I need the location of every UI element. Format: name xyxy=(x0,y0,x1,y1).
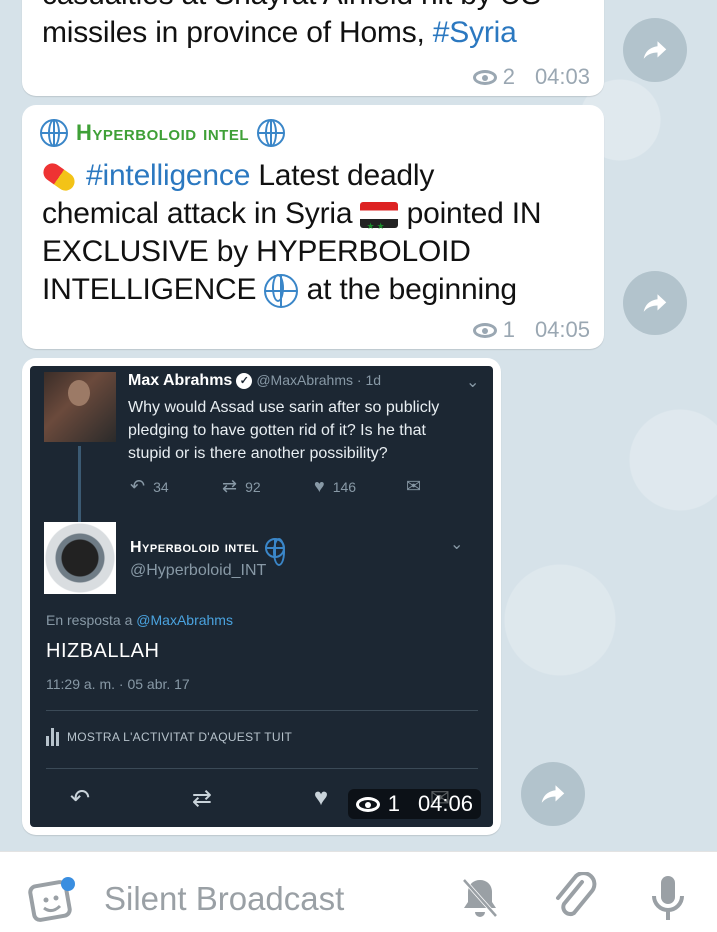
tweet-author-name: Max Abrahms ✓ @MaxAbrahms · 1d xyxy=(128,372,382,389)
share-button[interactable] xyxy=(521,762,585,826)
tweet-text: HIZBALLAH xyxy=(46,640,160,662)
retweet-icon: ⇄ xyxy=(222,476,238,496)
sticker-icon[interactable] xyxy=(28,876,76,922)
tweet-author-name: Hyperboloid intel xyxy=(130,538,286,566)
thread-line xyxy=(78,446,81,526)
tweet-screenshot-image[interactable]: Max Abrahms ✓ @MaxAbrahms · 1d ⌄ Why would… xyxy=(30,366,493,827)
tweet-author-handle: @Hyperboloid_INT xyxy=(130,562,267,579)
reply-to-line: En resposta a @MaxAbrahms xyxy=(46,612,233,628)
views-icon xyxy=(355,796,380,812)
reply-icon: ↶ xyxy=(70,785,91,812)
photo-message-bubble[interactable]: Max Abrahms ✓ @MaxAbrahms · 1d ⌄ Why would… xyxy=(22,358,501,835)
share-button[interactable] xyxy=(623,18,687,82)
message-time: 04:06 xyxy=(417,791,473,816)
bar-chart-icon xyxy=(46,728,59,746)
message-text: casualties at Shayrat Airfield hit by US… xyxy=(42,0,541,49)
tweet-actions: ↶ 34 ⇄ 92 ♥ 146 ✉ xyxy=(130,476,493,497)
message-bubble[interactable]: Hyperboloid intel #intelligence Latest d… xyxy=(22,105,604,349)
heart-icon: ♥ xyxy=(313,784,329,811)
view-count: 2 xyxy=(502,64,515,89)
avatar xyxy=(44,372,116,442)
view-count: 1 xyxy=(387,791,400,816)
channel-name: Hyperboloid intel xyxy=(76,120,250,145)
message-text: #intelligence Latest deadly chemical att… xyxy=(22,157,561,309)
reply-icon: ↶ xyxy=(130,476,146,496)
hashtag-link[interactable]: #intelligence xyxy=(86,159,250,192)
tweet-author-handle: @MaxAbrahms · 1d xyxy=(256,372,382,388)
tweet-activity-link: MOSTRA L'ACTIVITAT D'AQUEST TUIT xyxy=(46,728,292,746)
retweet-icon: ⇄ xyxy=(191,785,213,812)
message-time: 04:05 xyxy=(534,317,590,342)
retweet-count: 92 xyxy=(245,478,261,495)
message-input[interactable]: Silent Broadcast xyxy=(104,880,344,918)
globe-icon xyxy=(40,119,68,147)
chevron-down-icon: ⌄ xyxy=(450,536,464,553)
views-icon xyxy=(472,322,497,338)
chevron-down-icon: ⌄ xyxy=(466,374,480,391)
share-arrow-icon xyxy=(643,294,667,312)
tweet-text: Why would Assad use sarin after so publi… xyxy=(128,399,440,462)
message-meta: 2 04:03 xyxy=(472,64,590,90)
message-time: 04:03 xyxy=(534,64,590,89)
paperclip-icon[interactable] xyxy=(552,872,598,922)
avatar xyxy=(44,522,116,594)
pill-emoji-icon xyxy=(39,159,79,195)
globe-icon xyxy=(264,274,299,309)
divider xyxy=(46,710,478,711)
globe-icon xyxy=(257,119,286,147)
message-meta: 1 04:06 xyxy=(347,789,481,819)
microphone-icon[interactable] xyxy=(650,874,686,924)
like-count: 146 xyxy=(332,478,357,495)
syria-flag-icon xyxy=(360,202,399,245)
bell-muted-icon[interactable] xyxy=(458,876,502,920)
globe-icon xyxy=(265,538,286,566)
channel-signature[interactable]: Hyperboloid intel xyxy=(40,119,286,147)
divider xyxy=(46,768,478,769)
heart-icon: ♥ xyxy=(314,476,325,496)
hashtag-link[interactable]: #Syria xyxy=(433,16,517,49)
tweet-timestamp: 11:29 a. m. · 05 abr. 17 xyxy=(46,676,190,692)
message-meta: 1 04:05 xyxy=(472,317,590,343)
share-arrow-icon xyxy=(541,785,565,803)
reply-count: 34 xyxy=(153,478,169,495)
share-arrow-icon xyxy=(643,41,667,59)
views-icon xyxy=(472,69,497,85)
view-count: 1 xyxy=(502,317,515,342)
envelope-icon: ✉ xyxy=(406,476,422,496)
share-button[interactable] xyxy=(623,271,687,335)
verified-badge-icon: ✓ xyxy=(236,372,253,389)
message-bubble[interactable]: casualties at Shayrat Airfield hit by US… xyxy=(22,0,604,96)
composer-bar: Silent Broadcast xyxy=(0,851,717,932)
